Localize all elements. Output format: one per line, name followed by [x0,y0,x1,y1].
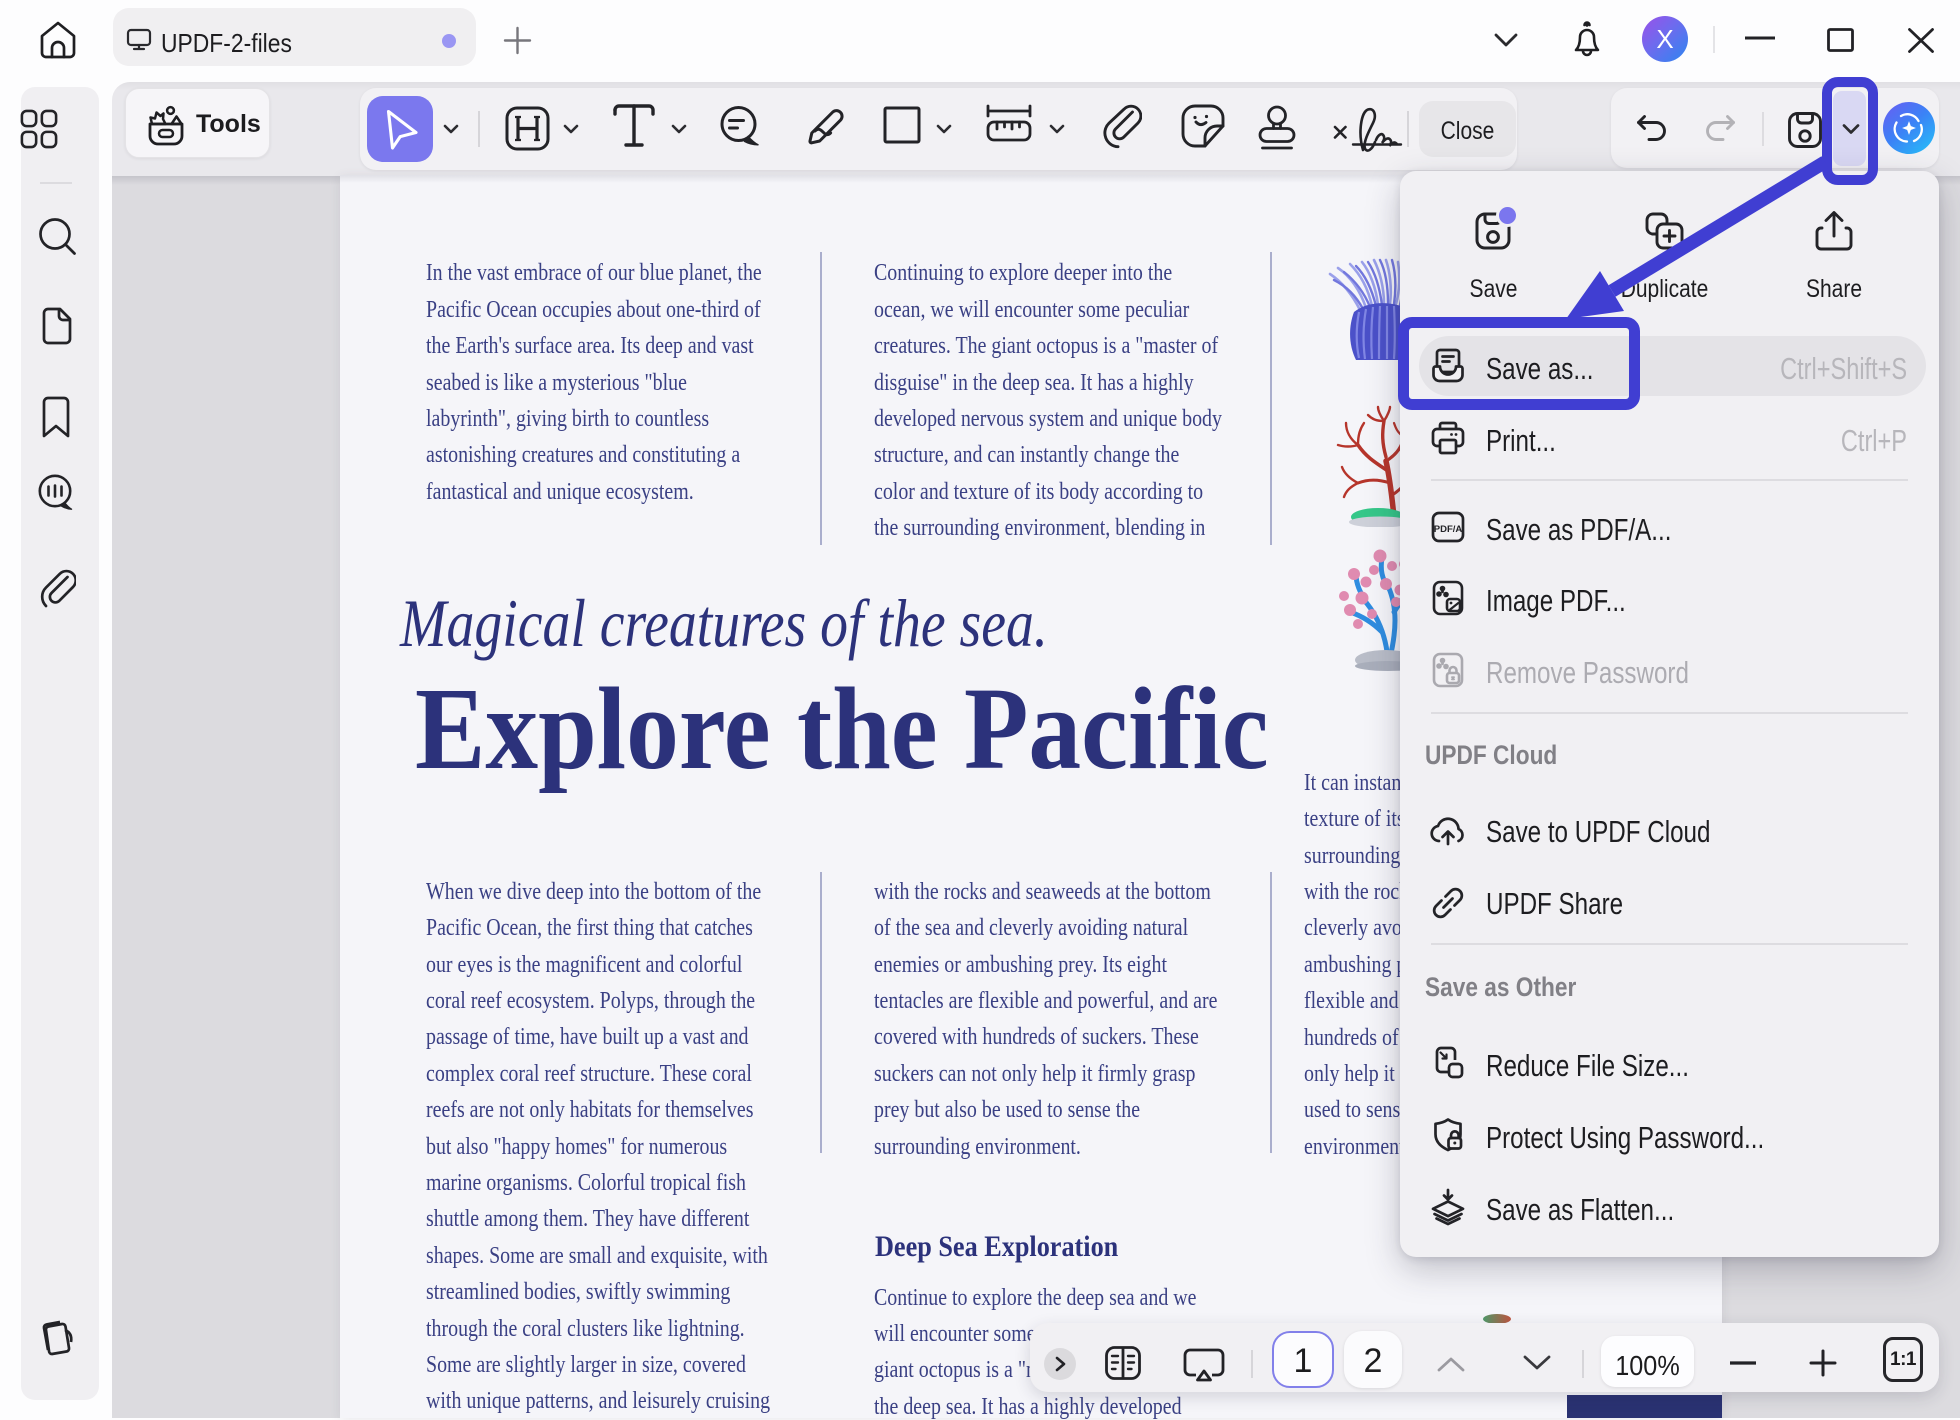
svg-text:PDF/A: PDF/A [1434,524,1463,535]
